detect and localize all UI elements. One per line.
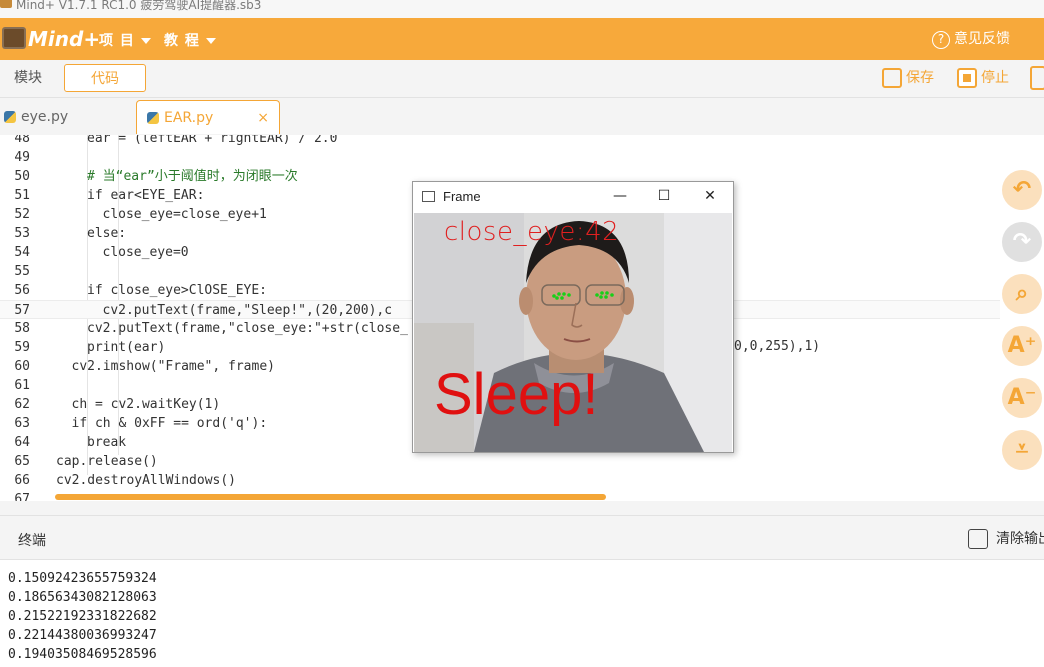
- line-number: 53: [14, 226, 30, 241]
- tab-code-label: 代码: [91, 71, 119, 87]
- code-text: ch = cv2.waitKey(1): [71, 397, 221, 412]
- code-line: 48 ear = (leftEAR + rightEAR) / 2.0: [0, 135, 1000, 148]
- file-tab-label: eye.py: [21, 109, 69, 125]
- code-line: 65 cap.release(): [0, 452, 1000, 471]
- undo-icon[interactable]: ↶: [1002, 170, 1042, 210]
- chevron-down-icon: [140, 38, 151, 44]
- clear-output-label: 清除输出: [996, 531, 1044, 547]
- save-button[interactable]: 保存: [882, 67, 934, 88]
- eraser-icon: [968, 529, 988, 549]
- line-number: 64: [14, 435, 30, 450]
- terminal-title: 终端: [18, 533, 46, 549]
- close-icon[interactable]: ×: [257, 101, 269, 135]
- code-text: break: [87, 435, 127, 450]
- search-icon[interactable]: ⌕: [1002, 274, 1042, 314]
- chevron-down-icon: [205, 38, 216, 44]
- horizontal-scrollbar[interactable]: [55, 494, 606, 500]
- code-line: 49: [0, 148, 1000, 167]
- tab-blocks-label: 模块: [14, 70, 42, 86]
- sleep-alert-overlay: Sleep!: [434, 362, 599, 427]
- code-text: cap.release(): [56, 454, 158, 469]
- frame-window-titlebar[interactable]: Frame — ☐ ✕: [413, 182, 733, 212]
- code-text: # 当“ear”小于阈值时，为闭眼一次: [87, 169, 298, 184]
- tab-blocks[interactable]: 模块: [0, 64, 56, 92]
- app-icon: [0, 0, 12, 8]
- save-icon: [882, 68, 902, 88]
- logo-text: Mind+: [28, 27, 101, 51]
- window-titlebar: Mind+ V1.7.1 RC1.0 疲劳驾驶AI提醒器.sb3: [0, 0, 1044, 18]
- code-text: ear = (leftEAR + rightEAR) / 2.0: [87, 135, 338, 146]
- terminal-line: 0.21522192331822682: [8, 609, 157, 624]
- menubar: Mind+ 项 目 教 程 ? 意见反馈: [0, 18, 1044, 60]
- frame-window[interactable]: Frame — ☐ ✕ close_eye:42 Sleep!: [412, 181, 734, 453]
- line-number: 61: [14, 378, 30, 393]
- collapse-top-icon[interactable]: ⩡: [1002, 430, 1042, 470]
- terminal-line: 0.18656343082128063: [8, 590, 157, 605]
- python-file-icon: [147, 112, 159, 124]
- terminal-output[interactable]: 0.15092423655759324 0.18656343082128063 0.…: [0, 560, 1044, 667]
- code-text: 0,0,255),1): [734, 339, 821, 354]
- file-tab-ear[interactable]: EAR.py ×: [136, 100, 280, 134]
- menu-project[interactable]: 项 目: [99, 30, 151, 50]
- toolbar: 模块 代码 保存 停止: [0, 60, 1044, 98]
- line-number: 56: [14, 283, 30, 298]
- line-number: 51: [14, 188, 30, 203]
- feedback-label: 意见反馈: [954, 31, 1010, 47]
- code-text: close_eye=0: [102, 245, 189, 260]
- logo-box-icon: [2, 27, 26, 49]
- line-number: 54: [14, 245, 30, 260]
- help-icon: ?: [932, 31, 950, 49]
- line-number: 52: [14, 207, 30, 222]
- line-number: 67: [14, 492, 30, 501]
- code-line: 66 cv2.destroyAllWindows(): [0, 471, 1000, 490]
- line-number: 63: [14, 416, 30, 431]
- terminal-line: 0.22144380036993247: [8, 628, 157, 643]
- frame-window-title: Frame: [443, 189, 481, 204]
- code-text: close_eye=close_eye+1: [102, 207, 267, 222]
- window-title: Mind+ V1.7.1 RC1.0 疲劳驾驶AI提醒器.sb3: [16, 0, 262, 12]
- clear-output-button[interactable]: 清除输出: [968, 528, 1044, 549]
- code-text: cv2.imshow("Frame", frame): [71, 359, 276, 374]
- line-number: 62: [14, 397, 30, 412]
- code-text: if ear<EYE_EAR:: [87, 188, 205, 203]
- font-increase-icon[interactable]: A⁺: [1002, 326, 1042, 366]
- close-eye-overlay: close_eye:42: [444, 217, 620, 247]
- font-decrease-icon[interactable]: A⁻: [1002, 378, 1042, 418]
- file-tabs: eye.py EAR.py ×: [0, 98, 1044, 135]
- menu-tutorial[interactable]: 教 程: [164, 30, 216, 50]
- maximize-button[interactable]: ☐: [654, 186, 674, 206]
- line-number: 48: [14, 135, 30, 146]
- minimize-button[interactable]: —: [610, 186, 630, 206]
- line-number: 65: [14, 454, 30, 469]
- python-file-icon: [4, 111, 16, 123]
- close-window-button[interactable]: ✕: [700, 186, 720, 206]
- redo-icon[interactable]: ↷: [1002, 222, 1042, 262]
- line-number: 66: [14, 473, 30, 488]
- stop-label: 停止: [981, 70, 1009, 86]
- menu-project-label: 项 目: [99, 33, 135, 49]
- panel-toggle-icon[interactable]: [1030, 66, 1044, 90]
- line-number: 55: [14, 264, 30, 279]
- line-number: 49: [14, 150, 30, 165]
- camera-frame: close_eye:42 Sleep!: [414, 213, 732, 452]
- terminal-line: 0.15092423655759324: [8, 571, 157, 586]
- stop-icon: [957, 68, 977, 88]
- terminal-header: 终端 清除输出: [0, 515, 1044, 560]
- code-text: print(ear): [87, 340, 166, 355]
- tab-code[interactable]: 代码: [64, 64, 146, 92]
- feedback-button[interactable]: ? 意见反馈: [932, 28, 1010, 49]
- code-text: else:: [87, 226, 127, 241]
- file-tab-eye[interactable]: eye.py: [4, 100, 130, 134]
- terminal-line: 0.19403508469528596: [8, 647, 157, 662]
- file-tab-label: EAR.py: [164, 110, 214, 126]
- code-text: if close_eye>ClOSE_EYE:: [87, 283, 268, 298]
- code-text: if ch & 0xFF == ord('q'):: [71, 416, 268, 431]
- mindplus-logo: Mind+: [2, 25, 100, 53]
- line-number: 50: [14, 169, 30, 184]
- stop-button[interactable]: 停止: [957, 67, 1009, 88]
- menu-tutorial-label: 教 程: [164, 33, 200, 49]
- window-icon: [422, 191, 435, 202]
- save-label: 保存: [906, 70, 934, 86]
- code-text: cv2.destroyAllWindows(): [56, 473, 237, 488]
